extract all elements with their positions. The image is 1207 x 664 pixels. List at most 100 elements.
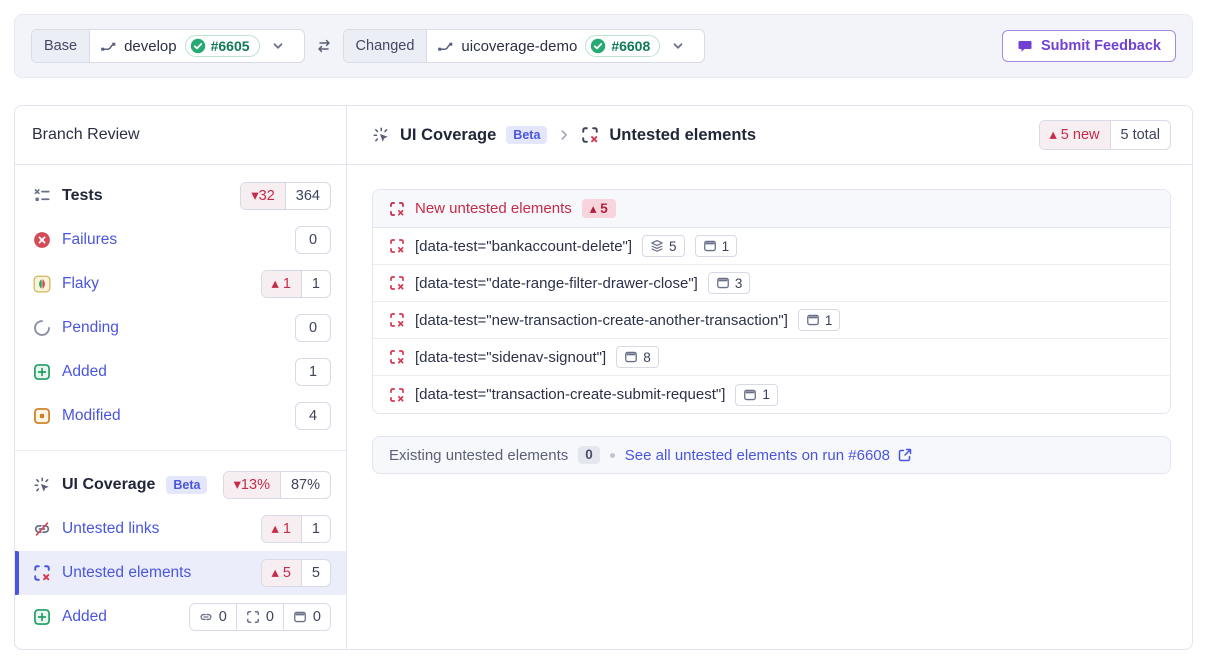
untested-elements-label: Untested elements xyxy=(62,564,191,582)
sidebar-item-pending[interactable]: Pending 0 xyxy=(15,306,346,350)
failures-label: Failures xyxy=(62,231,117,249)
external-link-icon xyxy=(897,447,913,463)
panel-new-count-badge: ▴ 5 xyxy=(582,199,616,218)
views-count-badge: 3 xyxy=(708,272,751,294)
flaky-count-badge: ▴ 1 1 xyxy=(261,270,331,298)
sidebar-item-modified[interactable]: Modified 4 xyxy=(15,394,346,438)
flaky-label: Flaky xyxy=(62,275,99,293)
sidebar-divider xyxy=(15,450,346,451)
untested-element-row[interactable]: [data-test="bankaccount-delete"] 5 1 xyxy=(373,228,1170,265)
see-all-untested-elements-link[interactable]: See all untested elements on run #6608 xyxy=(625,447,913,464)
submit-feedback-button[interactable]: Submit Feedback xyxy=(1002,30,1176,62)
base-branch-dropdown[interactable] xyxy=(268,38,294,54)
beta-badge: Beta xyxy=(506,126,547,144)
swap-arrows-icon xyxy=(316,38,332,54)
selection-x-icon xyxy=(581,126,599,144)
failures-icon xyxy=(33,231,51,249)
existing-label: Existing untested elements xyxy=(389,447,568,464)
check-circle-icon xyxy=(190,38,206,54)
changed-run-number: #6608 xyxy=(611,38,650,54)
element-selector: [data-test="sidenav-signout"] xyxy=(415,349,606,366)
sidebar-item-flaky[interactable]: Flaky ▴ 1 1 xyxy=(15,262,346,306)
speech-bubble-icon xyxy=(1017,38,1033,54)
link-icon xyxy=(199,610,213,624)
sidebar-item-failures[interactable]: Failures 0 xyxy=(15,218,346,262)
untested-links-label: Untested links xyxy=(62,520,159,538)
tests-label: Tests xyxy=(62,187,103,205)
base-run-badge[interactable]: #6605 xyxy=(185,35,260,57)
branch-review-card: Branch Review Tests ▾32 364 Failures 0 xyxy=(14,105,1193,650)
changed-branch-name: uicoverage-demo xyxy=(461,38,577,55)
browser-window-icon xyxy=(703,239,717,253)
changed-branch-dropdown[interactable] xyxy=(668,38,694,54)
untested-element-row[interactable]: [data-test="date-range-filter-drawer-clo… xyxy=(373,265,1170,302)
selection-x-icon xyxy=(389,387,405,403)
base-label: Base xyxy=(32,30,90,62)
browser-window-icon xyxy=(716,276,730,290)
tests-total: 364 xyxy=(285,183,330,209)
test-results-icon xyxy=(33,187,51,205)
existing-count-badge: 0 xyxy=(578,446,600,465)
tests-count-badge: ▾32 364 xyxy=(240,182,331,210)
modified-count-badge: 4 xyxy=(295,402,331,430)
ui-coverage-label: UI Coverage xyxy=(62,476,155,494)
views-count-badge: 8 xyxy=(616,346,659,368)
untested-elements-count-badge: ▴ 5 5 xyxy=(261,559,331,587)
sidebar-section-ui-coverage[interactable]: UI Coverage Beta ▾13% 87% xyxy=(15,463,346,507)
beta-badge: Beta xyxy=(166,476,207,494)
sidebar-item-added-tests[interactable]: Added 1 xyxy=(15,350,346,394)
changed-label: Changed xyxy=(344,30,428,62)
flaky-icon xyxy=(33,275,51,293)
pending-icon xyxy=(33,319,51,337)
selection-x-icon xyxy=(389,312,405,328)
git-branch-icon xyxy=(100,38,116,54)
changed-run-badge[interactable]: #6608 xyxy=(585,35,660,57)
swap-branches-button[interactable] xyxy=(316,38,332,54)
selection-x-icon xyxy=(389,275,405,291)
sidebar-item-untested-links[interactable]: Untested links ▴ 1 1 xyxy=(15,507,346,551)
added-tests-count-badge: 1 xyxy=(295,358,331,386)
untested-elements-content: New untested elements ▴ 5 [data-test="ba… xyxy=(347,165,1192,474)
chevron-down-icon xyxy=(670,38,686,54)
base-run-number: #6605 xyxy=(211,38,250,54)
sidebar-item-added-coverage[interactable]: Added 0 0 0 xyxy=(15,595,346,639)
selection-x-icon xyxy=(389,349,405,365)
selection-x-icon xyxy=(33,564,51,582)
untested-element-row[interactable]: [data-test="transaction-create-submit-re… xyxy=(373,376,1170,413)
added-tests-label: Added xyxy=(62,363,107,381)
square-plus-icon xyxy=(33,608,51,626)
snapshots-count-badge: 5 xyxy=(642,235,685,257)
changed-branch-selector[interactable]: Changed uicoverage-demo #6608 xyxy=(343,29,706,63)
breadcrumb-section[interactable]: UI Coverage xyxy=(400,126,496,145)
untested-element-row[interactable]: [data-test="sidenav-signout"] 8 xyxy=(373,339,1170,376)
breadcrumb: UI Coverage Beta Untested elements ▴ 5 n… xyxy=(347,106,1192,165)
modified-label: Modified xyxy=(62,407,121,425)
pending-label: Pending xyxy=(62,319,119,337)
submit-feedback-label: Submit Feedback xyxy=(1041,38,1161,54)
base-branch-selector[interactable]: Base develop #6605 xyxy=(31,29,305,63)
branch-review-sidebar: Branch Review Tests ▾32 364 Failures 0 xyxy=(15,106,347,649)
breadcrumb-page: Untested elements xyxy=(609,126,756,145)
selection-icon xyxy=(246,610,260,624)
element-selector: [data-test="new-transaction-create-anoth… xyxy=(415,312,788,329)
cursor-click-icon xyxy=(372,126,390,144)
base-branch-name: develop xyxy=(124,38,177,55)
browser-window-icon xyxy=(293,610,307,624)
sidebar-title: Branch Review xyxy=(15,106,346,165)
untested-element-row[interactable]: [data-test="new-transaction-create-anoth… xyxy=(373,302,1170,339)
untested-links-count-badge: ▴ 1 1 xyxy=(261,515,331,543)
dot-separator xyxy=(610,453,615,458)
pending-count-badge: 0 xyxy=(295,314,331,342)
browser-window-icon xyxy=(806,313,820,327)
sidebar-item-untested-elements[interactable]: Untested elements ▴ 5 5 xyxy=(15,551,346,595)
panel-title: New untested elements xyxy=(415,200,572,217)
ui-coverage-score-badge: ▾13% 87% xyxy=(223,471,331,499)
views-count-badge: 1 xyxy=(695,235,738,257)
layers-icon xyxy=(650,239,664,253)
sidebar-section-tests[interactable]: Tests ▾32 364 xyxy=(15,174,346,218)
browser-window-icon xyxy=(743,388,757,402)
added-coverage-label: Added xyxy=(62,608,107,626)
views-count-badge: 1 xyxy=(798,309,841,331)
browser-window-icon xyxy=(624,350,638,364)
element-selector: [data-test="bankaccount-delete"] xyxy=(415,238,632,255)
